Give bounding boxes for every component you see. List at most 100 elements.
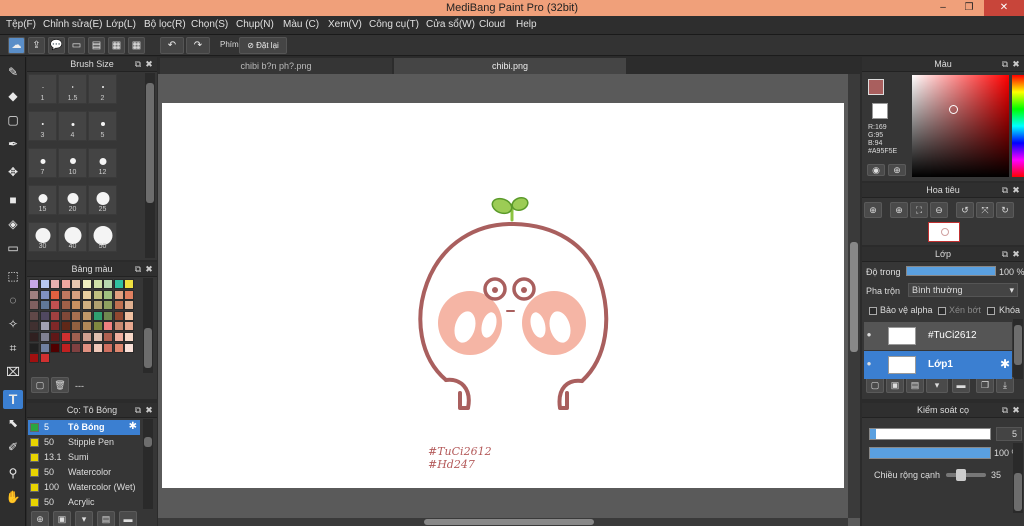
palette-swatch[interactable]: [113, 332, 124, 342]
select-pen-tool-icon[interactable]: ⌗: [3, 339, 23, 358]
palette-swatch[interactable]: [60, 321, 71, 332]
duplicate-brush-icon[interactable]: ▣: [53, 511, 71, 526]
eyedropper-icon[interactable]: ◉: [867, 164, 885, 176]
palette-swatch[interactable]: [103, 310, 114, 321]
palette-swatch[interactable]: [29, 353, 39, 364]
brush-opacity-slider[interactable]: [869, 447, 991, 459]
menu-window[interactable]: Cửa sổ(W): [426, 19, 475, 30]
palette-swatch[interactable]: [71, 321, 82, 332]
palette-swatch[interactable]: [92, 289, 103, 300]
palette-swatch[interactable]: [92, 321, 103, 332]
minimize-button[interactable]: –: [930, 0, 956, 16]
close-button[interactable]: ✕: [984, 0, 1024, 16]
picker-cursor[interactable]: [949, 105, 958, 114]
palette-swatch[interactable]: [29, 279, 39, 289]
brush-size-option[interactable]: 10: [58, 148, 87, 178]
menu-layer[interactable]: Lớp(L): [106, 19, 136, 30]
popout-icon[interactable]: ⧉: [133, 57, 143, 72]
add-color-icon[interactable]: ⊕: [888, 164, 906, 176]
layer-item[interactable]: ● #TuCi2612: [864, 322, 1012, 350]
menu-select[interactable]: Chọn(S): [191, 19, 228, 30]
palette-swatch[interactable]: [29, 332, 39, 342]
brush-list-item[interactable]: 50 Acrylic: [28, 495, 140, 510]
palette-swatch[interactable]: [71, 310, 82, 321]
palette-swatch[interactable]: [71, 279, 82, 289]
add-layer-menu-icon[interactable]: ▾: [926, 377, 948, 393]
trash-icon[interactable]: 🗑: [51, 377, 69, 393]
menu-view[interactable]: Xem(V): [328, 19, 362, 30]
comment-icon[interactable]: ▭: [68, 37, 85, 54]
palette-swatch[interactable]: [82, 300, 92, 311]
palette-swatch[interactable]: [29, 321, 39, 332]
brush-size-option[interactable]: 50: [88, 222, 117, 252]
palette-swatch[interactable]: [71, 332, 82, 342]
palette-swatch[interactable]: [124, 332, 135, 342]
popout-icon[interactable]: ⧉: [133, 403, 143, 418]
layer-item[interactable]: ● Lớp1 ✱: [864, 351, 1012, 379]
protect-alpha-checkbox[interactable]: [869, 307, 877, 315]
new-halftone-layer-icon[interactable]: ▣: [886, 377, 904, 393]
lasso-tool-icon[interactable]: ◌: [3, 291, 23, 310]
upload-icon[interactable]: ⇪: [28, 37, 45, 54]
palette-swatch[interactable]: [113, 342, 124, 353]
menu-tools[interactable]: Công cụ(T): [369, 19, 419, 30]
popout-icon[interactable]: ⧉: [1000, 403, 1010, 418]
grid-icon[interactable]: ▦: [128, 37, 145, 54]
edge-width-slider[interactable]: [946, 469, 986, 481]
zoom-in-icon[interactable]: ⊕: [864, 202, 882, 218]
popout-icon[interactable]: ⧉: [133, 262, 143, 277]
brush-size-option[interactable]: 3: [28, 111, 57, 141]
brush-list-item[interactable]: 100 Watercolor (Wet): [28, 480, 140, 495]
close-panel-icon[interactable]: ✖: [1011, 183, 1021, 198]
brush-doc-icon[interactable]: ▤: [97, 511, 115, 526]
palette-swatch[interactable]: [60, 342, 71, 353]
tab-chibi[interactable]: chibi.png: [394, 58, 626, 74]
palette-swatch[interactable]: [71, 342, 82, 353]
new-page-icon[interactable]: ▢: [31, 377, 49, 393]
close-panel-icon[interactable]: ✖: [144, 57, 154, 72]
palette-swatch[interactable]: [50, 332, 61, 342]
dropper-tool-icon[interactable]: ✐: [3, 438, 23, 457]
gear-icon[interactable]: ✱: [129, 421, 137, 432]
saturation-value-picker[interactable]: [912, 75, 1009, 177]
palette-swatch[interactable]: [113, 279, 124, 289]
close-panel-icon[interactable]: ✖: [1011, 57, 1021, 72]
palette-swatch[interactable]: [124, 310, 135, 321]
palette-swatch[interactable]: [39, 289, 50, 300]
document-icon[interactable]: ▤: [88, 37, 105, 54]
layer-opacity-slider[interactable]: [906, 266, 996, 276]
palette-swatch[interactable]: [50, 300, 61, 311]
new-layer-icon[interactable]: ▢: [866, 377, 884, 393]
drawing-canvas[interactable]: #TuCi2612 #Hd247: [162, 103, 844, 488]
brush-size-option[interactable]: 20: [58, 185, 87, 215]
edge-width-knob[interactable]: [955, 469, 966, 481]
brush-size-option[interactable]: 1.5: [58, 74, 87, 104]
palette-swatch[interactable]: [124, 342, 135, 353]
background-color-swatch[interactable]: [872, 103, 888, 119]
brush-list-item[interactable]: 5 Tô Bóng ✱: [28, 420, 140, 435]
rotate-right-icon[interactable]: ↻: [996, 202, 1014, 218]
palette-swatch[interactable]: [39, 342, 50, 353]
duplicate-layer-icon[interactable]: ❐: [976, 377, 994, 393]
brush-size-option[interactable]: 30: [28, 222, 57, 252]
palette-swatch[interactable]: [60, 310, 71, 321]
merge-layer-icon[interactable]: ⤓: [996, 377, 1014, 393]
operation-tool-icon[interactable]: ⬉: [3, 414, 23, 433]
brush-list-item[interactable]: 13.1 Sumi: [28, 450, 140, 465]
palette-swatch[interactable]: [82, 321, 92, 332]
palette-swatch[interactable]: [113, 300, 124, 311]
close-panel-icon[interactable]: ✖: [144, 403, 154, 418]
popout-icon[interactable]: ⧉: [1000, 247, 1010, 262]
undo-icon[interactable]: ↶: [160, 37, 184, 54]
palette-swatch[interactable]: [124, 300, 135, 311]
palette-swatch[interactable]: [60, 332, 71, 342]
palette-swatch[interactable]: [29, 310, 39, 321]
palette-swatch[interactable]: [92, 310, 103, 321]
gradient-tool-icon[interactable]: ▭: [3, 239, 23, 258]
close-panel-icon[interactable]: ✖: [1011, 403, 1021, 418]
palette-swatch[interactable]: [82, 289, 92, 300]
palette-swatch[interactable]: [82, 279, 92, 289]
add-brush-icon[interactable]: ⊕: [31, 511, 49, 526]
palette-swatch[interactable]: [92, 300, 103, 311]
palette-swatch[interactable]: [103, 300, 114, 311]
